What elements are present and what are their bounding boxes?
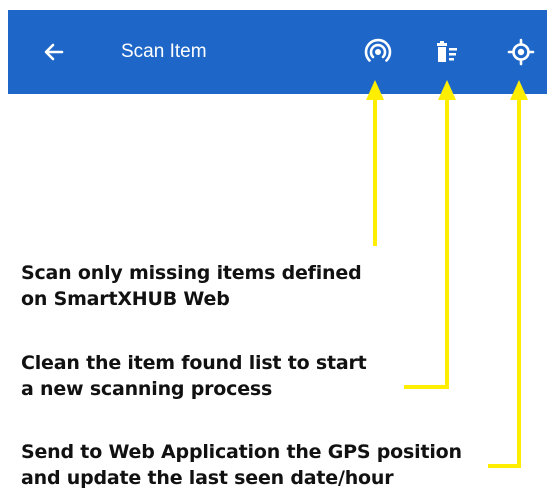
gps-update-annotation: Send to Web Application the GPS position… bbox=[21, 441, 462, 489]
arrowhead-clear-list bbox=[438, 80, 456, 100]
missing-scan-annotation: Scan only missing items defined on Smart… bbox=[21, 262, 362, 310]
arrowhead-gps-update bbox=[510, 80, 528, 100]
annotation-arrows bbox=[366, 80, 528, 468]
arrowhead-missing-scan bbox=[366, 80, 384, 100]
arrow-clear-list bbox=[404, 94, 449, 389]
clear-list-annotation: Clean the item found list to start a new… bbox=[21, 352, 367, 400]
arrow-gps-update bbox=[488, 94, 521, 468]
